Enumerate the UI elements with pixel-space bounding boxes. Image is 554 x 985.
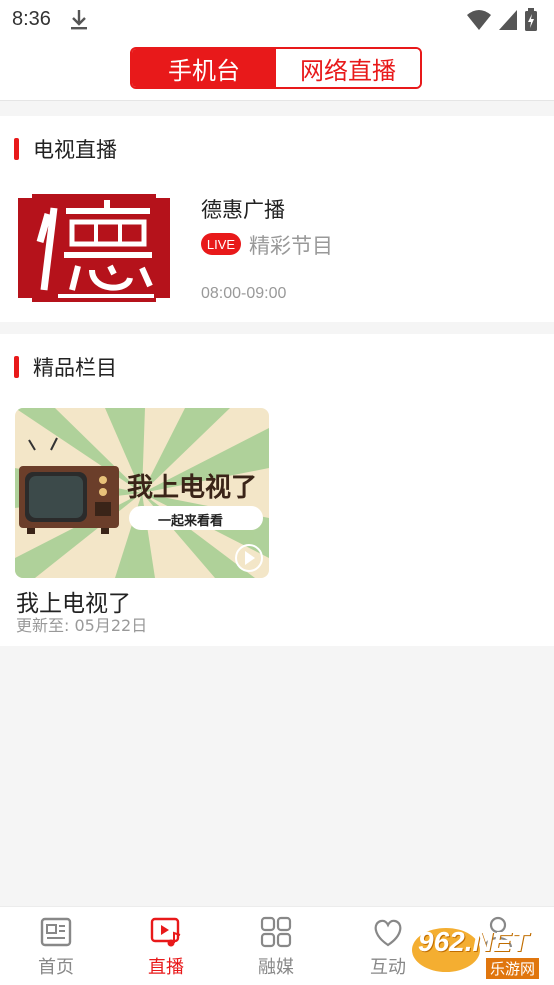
watermark-subtext: 乐游网 <box>486 958 540 979</box>
tv-live-header: 电视直播 <box>14 134 117 164</box>
top-tab-bar: 手机台 网络直播 <box>0 40 554 101</box>
nav-label: 直播 <box>148 957 184 978</box>
status-bar: 8:36 <box>0 0 554 40</box>
nav-label: 首页 <box>38 957 74 978</box>
site-watermark: 962.NET 乐游网 <box>408 922 550 980</box>
heart-icon <box>374 919 402 947</box>
channel-program: 精彩节目 <box>249 234 333 258</box>
wifi-icon <box>467 10 491 30</box>
tv-live-section: 电视直播 德惠广播 LIVE 精彩节目 08:00-09:00 <box>0 116 554 322</box>
featured-section: 精品栏目 我上电视了 一起来看看 我上电视了 更新至: 05月22日 <box>0 334 554 646</box>
news-icon <box>40 917 72 947</box>
program-update: 更新至: 05月22日 <box>16 616 148 635</box>
section-title: 电视直播 <box>33 138 117 162</box>
tab-mobile-station[interactable]: 手机台 <box>132 49 276 87</box>
section-marker <box>14 356 19 378</box>
watermark-text: 962.NET <box>418 926 529 957</box>
nav-live[interactable]: 直播 <box>126 915 206 979</box>
signal-icon <box>499 10 517 30</box>
section-title: 精品栏目 <box>33 356 117 380</box>
nav-media[interactable]: 融媒 <box>236 915 316 979</box>
status-time: 8:36 <box>12 8 51 30</box>
live-tv-icon <box>150 917 181 947</box>
thumbnail-title-text: 我上电视了 <box>127 473 258 503</box>
grid-icon <box>260 916 292 948</box>
channel-name: 德惠广播 <box>201 198 285 222</box>
segmented-tabs: 手机台 网络直播 <box>130 47 422 89</box>
live-badge: LIVE <box>201 233 241 255</box>
download-icon <box>71 10 87 30</box>
section-marker <box>14 138 19 160</box>
battery-icon <box>525 8 537 31</box>
channel-logo <box>18 194 170 302</box>
tab-web-live[interactable]: 网络直播 <box>276 49 420 87</box>
system-icons <box>466 8 538 32</box>
featured-header: 精品栏目 <box>14 352 117 382</box>
thumbnail-subtitle-text: 一起来看看 <box>158 514 224 529</box>
channel-time: 08:00-09:00 <box>201 285 287 302</box>
nav-home[interactable]: 首页 <box>16 915 96 979</box>
nav-label: 融媒 <box>258 957 294 978</box>
